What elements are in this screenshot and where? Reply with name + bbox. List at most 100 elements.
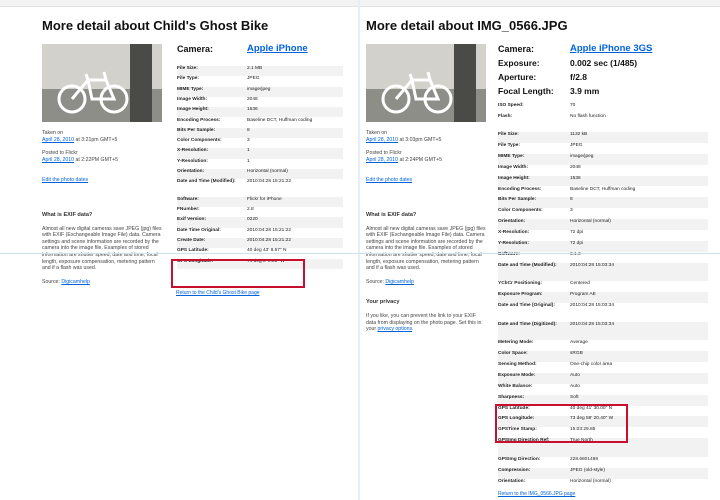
exif-row-value: One-chip color area xyxy=(570,361,613,367)
exif-row: Sensing Method: One-chip color area xyxy=(498,362,708,373)
camera-link[interactable]: Apple iPhone 3GS xyxy=(570,43,652,54)
exif-row-key: Orientation: xyxy=(498,219,526,225)
exif-row: Color Components: 3 xyxy=(177,138,343,148)
photo-dates: Taken on April 28, 2010 at 3:03pm GMT+5 … xyxy=(366,130,486,333)
exif-row-key: Software: xyxy=(177,196,199,202)
exif-row: Date and Time (Digitized): 2010:04:28 15:… xyxy=(498,321,708,341)
focal-length-value: 3.9 mm xyxy=(570,86,600,96)
exif-row: Y-Resolution: 72 dpi xyxy=(498,241,708,252)
page-title: More detail about IMG_0566.JPG xyxy=(366,18,568,33)
exif-row: Orientation: Horizontal (normal) xyxy=(498,219,708,231)
posted-date-link[interactable]: April 28, 2010 xyxy=(42,157,74,163)
exif-row-key: Sensing Method: xyxy=(498,361,537,367)
flash-row: Flash: No flash function xyxy=(498,114,606,119)
return-link[interactable]: Return to the IMG_0566.JPG page xyxy=(498,491,575,497)
exif-row-key: Date and Time (Modified): xyxy=(177,179,236,185)
taken-on-date-link[interactable]: April 28, 2010 xyxy=(42,137,74,143)
privacy-text: If you like, you can prevent the link to… xyxy=(366,312,482,333)
camera-link[interactable]: Apple iPhone xyxy=(247,43,308,54)
exif-row-key: Orientation: xyxy=(177,169,205,174)
exif-row: Date and Time (Modified): 2010:04:28 15:0… xyxy=(498,262,708,282)
exif-row-value: 2010:04:28 15:03:34 xyxy=(570,321,615,327)
exif-row: Compression: JPEG (old-style) xyxy=(498,467,708,479)
edit-dates-link[interactable]: Edit the photo dates xyxy=(366,177,486,184)
exif-row-value: 228.6801498 xyxy=(570,456,599,462)
page-title: More detail about Child's Ghost Bike xyxy=(42,18,269,33)
exif-row: MIME Type: image/jpeg xyxy=(498,153,708,165)
exif-row-value: Soft xyxy=(570,394,579,400)
aperture-value: f/2.8 xyxy=(570,72,588,82)
exif-row-key: X-Resolution: xyxy=(177,148,209,154)
exif-row-key: Date and Time (Modified): xyxy=(498,262,557,268)
photo-thumbnail[interactable] xyxy=(42,44,162,122)
exif-row-key: Sharpness: xyxy=(498,394,525,400)
exif-row: File Type: JPEG xyxy=(498,143,708,154)
exif-row: Y-Resolution: 1 xyxy=(177,159,343,169)
exif-row-value: 72 dpi xyxy=(570,230,584,236)
privacy-heading: Your privacy xyxy=(366,299,400,306)
exif-row-key: File Type: xyxy=(177,76,200,82)
exif-row-key: Image Width: xyxy=(498,164,529,170)
browser-topbar xyxy=(0,0,358,7)
exif-row-key: YCbCr Positioning: xyxy=(498,281,542,287)
exif-row-value: sRGB xyxy=(570,351,583,357)
photo-thumbnail[interactable] xyxy=(366,44,486,122)
exif-row-key: Date and Time (Original): xyxy=(498,303,555,309)
exif-row: GPSImg Direction: 228.6801498 xyxy=(498,457,708,468)
exif-row-key: Date Time Original: xyxy=(177,227,221,233)
exif-row-value: 72 dpi xyxy=(570,241,584,246)
exif-row-value: 2010:04:28 15:21:22 xyxy=(247,227,292,233)
exif-row-key: X-Resolution: xyxy=(498,230,530,236)
exif-row-value: Horizontal (normal) xyxy=(570,219,611,225)
exif-description: Almost all new digital cameras save JPEG… xyxy=(42,225,162,272)
exif-row: File Size: 2.1 MB xyxy=(177,66,343,77)
edit-dates-link[interactable]: Edit the photo dates xyxy=(42,177,162,184)
exif-row-value: Baseline DCT, Huffman coding xyxy=(570,186,636,192)
return-link[interactable]: Return to the Child's Ghost Bike page xyxy=(176,290,260,296)
gps-highlight-box xyxy=(495,404,628,443)
exif-row-key: Bits Per Sample: xyxy=(498,197,537,203)
exif-row-key: Color Components: xyxy=(498,208,543,214)
exif-page-left: More detail about Child's Ghost Bike Tak… xyxy=(0,0,358,500)
exif-row-key: Y-Resolution: xyxy=(177,158,208,164)
exif-row-key: Y-Resolution: xyxy=(498,241,529,246)
exif-row-key: Encoding Process: xyxy=(498,186,542,192)
exif-row-value: 8 xyxy=(247,127,250,133)
exif-row: File Size: 1132 kB xyxy=(498,132,708,143)
exif-row: YCbCr Positioning: Centered xyxy=(498,281,708,292)
exif-row-value: 2.1 MB xyxy=(247,66,263,71)
exif-row: Image Width: 2048 xyxy=(498,165,708,176)
exif-row: Software: Flickr for iPhone xyxy=(177,196,343,208)
exif-row-value: 2010:04:28 15:21:22 xyxy=(247,179,292,185)
exif-row: Date Time Original: 2010:04:28 15:21:22 xyxy=(177,228,343,238)
exif-row: Encoding Process: Baseline DCT, Huffman c… xyxy=(177,118,343,128)
privacy-options-link[interactable]: privacy options xyxy=(378,326,413,332)
exif-row-value: Horizontal (normal) xyxy=(570,478,611,484)
source-link[interactable]: Digicamhelp xyxy=(61,279,90,285)
exposure-value: 0.002 sec (1/485) xyxy=(570,58,638,68)
exif-row-value: 1132 kB xyxy=(570,132,588,137)
exif-row: File Type: JPEG xyxy=(177,76,343,86)
posted-date-link[interactable]: April 28, 2010 xyxy=(366,157,398,163)
exif-row-value: 2010:04:28 15:03:34 xyxy=(570,303,615,309)
exif-row-key: MIME Type: xyxy=(498,153,525,159)
exif-row-key: File Type: xyxy=(498,142,521,148)
exif-row-value: Program AE xyxy=(570,292,596,298)
exif-row-value: 1536 xyxy=(570,175,581,181)
exif-page-right: More detail about IMG_0566.JPG Taken on … xyxy=(360,0,720,500)
photo-dates: Taken on April 28, 2010 at 3:21pm GMT+5 … xyxy=(42,130,162,285)
exif-row-key: Create Date: xyxy=(177,238,206,243)
taken-on-date-link[interactable]: April 28, 2010 xyxy=(366,137,398,143)
exif-row: White Balance: Auto xyxy=(498,384,708,395)
exif-row-value: 3 xyxy=(247,138,250,144)
source-link[interactable]: Digicamhelp xyxy=(385,279,414,285)
exif-row-key: Metering Mode: xyxy=(498,340,534,346)
exif-row-value: JPEG (old-style) xyxy=(570,467,605,473)
exif-row: X-Resolution: 1 xyxy=(177,148,343,159)
exif-row-value: 1 xyxy=(247,148,250,154)
exif-row: Exposure Program: Program AE xyxy=(498,292,708,304)
exif-row-key: Color Components: xyxy=(177,138,222,144)
exif-row: Image Height: 1536 xyxy=(498,175,708,187)
exif-row-value: 2010:04:28 15:21:22 xyxy=(247,238,292,243)
exif-row-key: Image Height: xyxy=(498,175,530,181)
